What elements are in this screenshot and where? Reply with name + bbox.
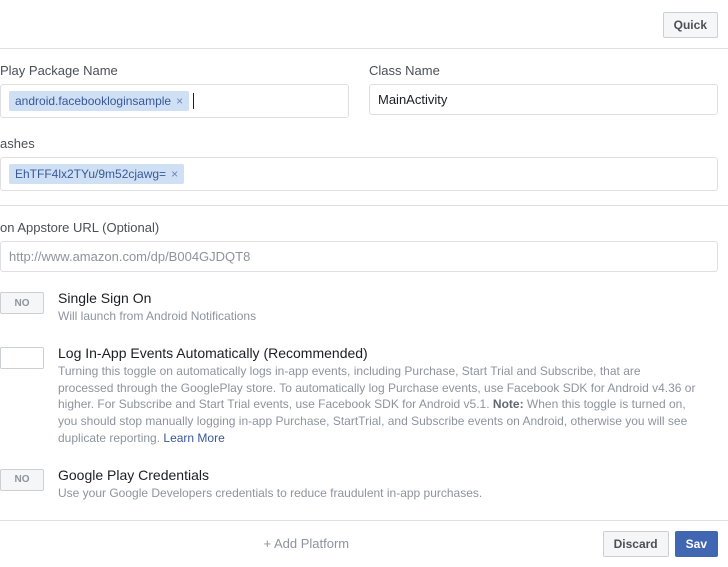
remove-tag-icon[interactable]: × [171, 168, 178, 180]
sso-title: Single Sign On [58, 290, 718, 306]
hashes-input[interactable]: EhTFF4lx2TYu/9m52cjawg= × [0, 157, 718, 191]
footer: + Add Platform Discard Sav [0, 520, 728, 567]
learn-more-link[interactable]: Learn More [163, 431, 224, 445]
log-events-desc: Turning this toggle on automatically log… [58, 363, 698, 447]
top-bar: Quick [0, 0, 728, 49]
sso-toggle[interactable]: No [0, 292, 44, 314]
hash-tag: EhTFF4lx2TYu/9m52cjawg= × [9, 164, 184, 184]
hashes-label: ashes [0, 136, 718, 151]
discard-button[interactable]: Discard [603, 531, 669, 557]
package-name-tag: android.facebookloginsample × [9, 91, 189, 111]
log-events-title: Log In-App Events Automatically (Recomme… [58, 345, 718, 361]
remove-tag-icon[interactable]: × [176, 95, 183, 107]
tag-text: EhTFF4lx2TYu/9m52cjawg= [15, 167, 166, 181]
tag-text: android.facebookloginsample [15, 94, 171, 108]
package-name-input[interactable]: android.facebookloginsample × [0, 84, 349, 118]
save-button[interactable]: Sav [675, 531, 718, 557]
log-events-toggle[interactable] [0, 347, 44, 369]
gplay-desc: Use your Google Developers credentials t… [58, 485, 698, 502]
quick-button[interactable]: Quick [663, 12, 718, 38]
amazon-url-label: on Appstore URL (Optional) [0, 220, 718, 235]
package-name-text-input[interactable] [198, 94, 340, 109]
hashes-text-input[interactable] [188, 167, 709, 182]
gplay-toggle[interactable]: NO [0, 469, 44, 491]
text-cursor [193, 93, 194, 109]
sso-desc: Will launch from Android Notifications [58, 308, 698, 325]
class-name-input[interactable] [369, 84, 718, 115]
gplay-title: Google Play Credentials [58, 467, 718, 483]
class-name-label: Class Name [369, 63, 718, 78]
package-name-label: Play Package Name [0, 63, 349, 78]
amazon-url-input[interactable] [0, 241, 718, 272]
add-platform-button[interactable]: + Add Platform [10, 536, 603, 551]
